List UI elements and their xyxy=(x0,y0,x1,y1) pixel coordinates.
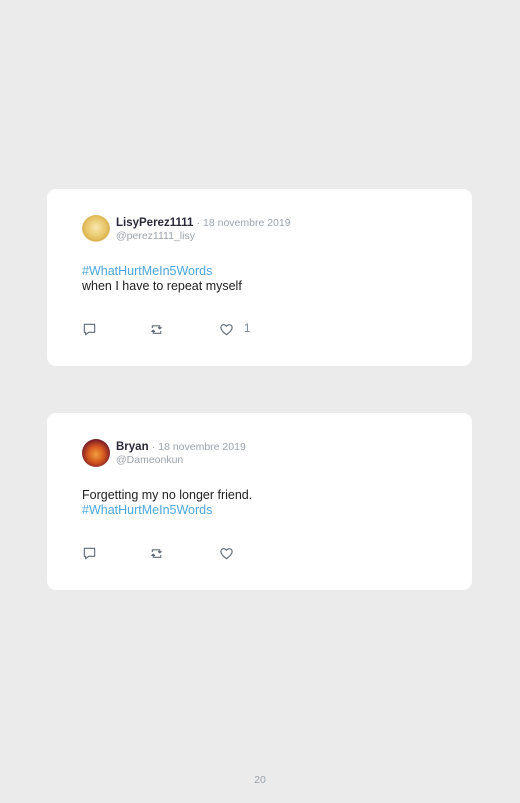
reply-button[interactable] xyxy=(82,545,97,561)
reply-icon xyxy=(83,547,96,559)
author-handle[interactable]: @Dameonkun xyxy=(116,454,246,466)
author-name[interactable]: Bryan xyxy=(116,441,149,453)
page-number: 20 xyxy=(254,774,266,786)
avatar[interactable] xyxy=(82,215,110,243)
tweet-header: LisyPerez1111 · 18 novembre 2019 @perez1… xyxy=(116,217,291,242)
like-button[interactable]: 1 xyxy=(219,321,250,337)
hashtag-link[interactable]: #WhatHurtMeIn5Words xyxy=(82,264,242,279)
tweet-actions xyxy=(82,545,282,561)
author-name[interactable]: LisyPerez1111 xyxy=(116,217,193,229)
reply-button[interactable] xyxy=(82,321,97,337)
hashtag-link[interactable]: #WhatHurtMeIn5Words xyxy=(82,503,252,518)
retweet-button[interactable] xyxy=(149,321,164,337)
like-count: 1 xyxy=(244,323,251,335)
retweet-icon xyxy=(151,548,162,558)
author-handle[interactable]: @perez1111_lisy xyxy=(116,230,291,242)
tweet-text: Forgetting my no longer friend. #WhatHur… xyxy=(82,488,252,518)
tweet-actions: 1 xyxy=(82,321,282,337)
retweet-icon xyxy=(151,324,162,334)
tweet-header: Bryan · 18 novembre 2019 @Dameonkun xyxy=(116,441,246,466)
tweet-text-line: Forgetting my no longer friend. xyxy=(82,488,253,502)
like-button[interactable] xyxy=(219,545,244,561)
reply-icon xyxy=(83,323,96,335)
tweet-date: · 18 novembre 2019 xyxy=(151,441,246,453)
heart-icon xyxy=(220,323,233,335)
retweet-button[interactable] xyxy=(149,545,164,561)
tweet-text-line: when I have to repeat myself xyxy=(82,279,242,293)
tweet-card: Bryan · 18 novembre 2019 @Dameonkun Forg… xyxy=(47,413,472,590)
tweet-card: LisyPerez1111 · 18 novembre 2019 @perez1… xyxy=(47,189,472,366)
tweet-text: #WhatHurtMeIn5Words when I have to repea… xyxy=(82,264,242,294)
avatar[interactable] xyxy=(82,439,110,467)
tweet-date: · 18 novembre 2019 xyxy=(196,217,291,229)
heart-icon xyxy=(220,547,233,559)
